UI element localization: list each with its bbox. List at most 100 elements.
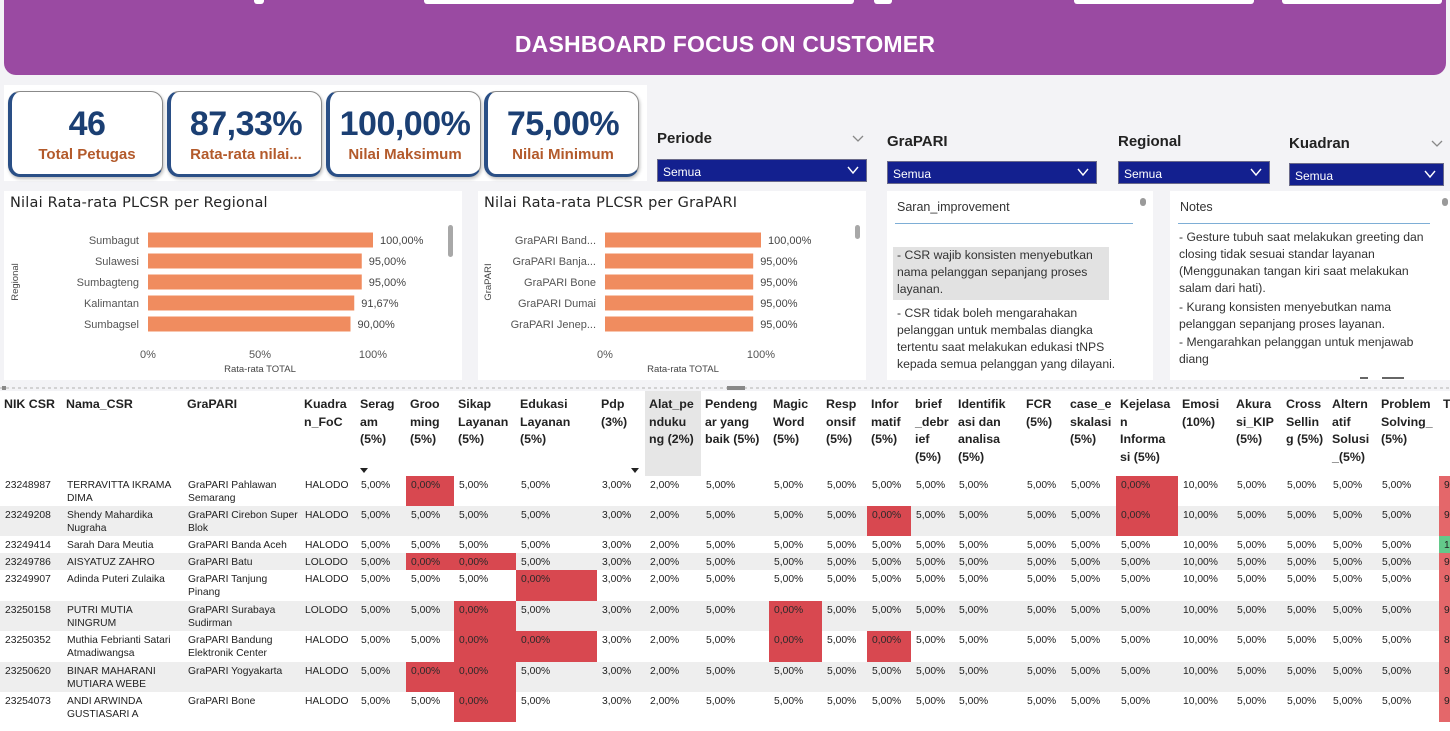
table-cell: 0,00% [769, 631, 822, 662]
slicer-selected-value: Semua [663, 165, 702, 179]
column-header[interactable]: Pendeng ar yang baik (5%) [701, 391, 769, 476]
table-cell: GraPARI Pahlawan Semarang [188, 480, 277, 504]
column-header[interactable]: Identifik asi dan analisa (5%) [954, 391, 1022, 476]
column-header[interactable]: NIK CSR [0, 391, 62, 476]
column-header[interactable]: Kejelasa n Informa si (5%) [1116, 391, 1178, 476]
y-axis-title: Regional [10, 263, 21, 301]
column-header[interactable]: Emosi (10%) [1178, 391, 1232, 476]
table-cell: 2,00% [650, 540, 680, 551]
column-header[interactable]: Kuadra n_FoC [300, 391, 356, 476]
column-header[interactable]: Groo ming (5%) [406, 391, 454, 476]
slicer-dropdown[interactable]: Semua [1118, 161, 1270, 184]
table-cell: 10,00% [1183, 540, 1218, 551]
table-cell: HALODO [305, 574, 349, 585]
slicer-dropdown[interactable]: Semua [657, 159, 867, 182]
table-cell: 95,00% [1439, 692, 1450, 722]
x-axis-title: Rata-rata TOTAL [224, 364, 296, 375]
table-cell: AISYATUZ ZAHRO [62, 553, 183, 570]
bar-chart-grapari[interactable]: GraPARI GraPARI Band... 100,00% GraPARI Ban… [478, 191, 866, 380]
csr-table-panel: NIK CSR Nama_CSR GraPARI Kuadra n_FoC Serag … [0, 391, 1450, 731]
table-cell: 5,00% [1237, 574, 1267, 585]
column-header[interactable]: Problem Solving_ (5%) [1377, 391, 1439, 476]
table-cell: 5,00% [1282, 506, 1328, 536]
column-header[interactable]: case_e skalasi (5%) [1066, 391, 1116, 476]
column-header[interactable]: Sikap Layanan (5%) [454, 391, 516, 476]
table-cell: 5,00% [954, 506, 1022, 536]
saran-scrollbar[interactable] [1140, 198, 1146, 206]
table-cell: 5,00% [521, 540, 551, 551]
column-header[interactable]: Magic Word (5%) [769, 391, 822, 476]
bar-chart-regional[interactable]: Regional Sumbagut 100,00% Sulawesi 95,00% Sum… [4, 191, 462, 380]
table-cell: 5,00% [867, 601, 911, 631]
column-header[interactable]: Cross Sellin g (5%) [1282, 391, 1328, 476]
table-cell: 0,00% [454, 631, 516, 662]
table-row[interactable]: 23254073 ANDI ARWINDA GUSTIASARI A GraPARI… [0, 692, 1450, 722]
column-header[interactable]: brief _debr ief (5%) [911, 391, 954, 476]
sort-indicator-icon[interactable] [360, 468, 368, 473]
table-row[interactable]: 23249414 Sarah Dara Meutia GraPARI Banda A… [0, 536, 1450, 553]
table-cell: GraPARI Yogyakarta [183, 662, 300, 692]
resize-handle[interactable] [1382, 377, 1404, 379]
chart-scrollbar[interactable] [855, 225, 860, 239]
chevron-down-icon[interactable] [1431, 137, 1443, 149]
kpi-card-nilai-maksimum[interactable]: 100,00% Nilai Maksimum [326, 91, 481, 177]
table-row[interactable]: 23249208 Shendy Mahardika Nugraha GraPARI … [0, 506, 1450, 536]
table-cell: 5,00% [361, 635, 391, 646]
resize-handle[interactable] [1360, 377, 1368, 379]
table-cell: 5,00% [706, 574, 736, 585]
column-header[interactable]: Akura si_KIP (5%) [1232, 391, 1282, 476]
column-header[interactable]: FCR (5%) [1022, 391, 1066, 476]
chevron-down-icon [1424, 170, 1436, 179]
column-header[interactable]: Infor matif (5%) [867, 391, 911, 476]
kpi-label: Rata-rata nilai... [190, 146, 302, 163]
table-cell: 5,00% [1071, 480, 1101, 491]
table-cell: 5,00% [1121, 574, 1151, 585]
table-cell: 90,00% [1439, 601, 1450, 631]
table-cell: 5,00% [1232, 553, 1282, 570]
table-cell: 23248987 [5, 480, 51, 491]
column-header[interactable]: Pdp (3%) [597, 391, 645, 476]
bar [148, 253, 362, 269]
slicer-dropdown[interactable]: Semua [1289, 163, 1444, 186]
table-cell: 5,00% [822, 662, 867, 692]
table-cell: LOLODO [300, 553, 356, 570]
dashboard-root: DASHBOARD FOCUS ON CUSTOMER 46 Total Pet… [0, 0, 1450, 731]
column-header[interactable]: GraPARI [183, 391, 300, 476]
table-cell: 5,00% [867, 553, 911, 570]
table-row[interactable]: 23249907 Adinda Puteri Zulaika GraPARI Tan… [0, 570, 1450, 601]
column-header[interactable]: TOTAL [1439, 391, 1450, 476]
table-row[interactable]: 23250352 Muthia Febrianti Satari Atmadiwa… [0, 631, 1450, 662]
table-cell: 10,00% [1178, 601, 1232, 631]
table-cell: 10,00% [1178, 553, 1232, 570]
column-header[interactable]: Resp onsif (5%) [822, 391, 867, 476]
bar [148, 295, 355, 311]
chevron-down-icon[interactable] [852, 132, 864, 144]
slicer-title: Periode [657, 130, 713, 147]
chart-scrollbar[interactable] [448, 225, 453, 257]
column-header[interactable]: Alat_pe nduku ng (2%) [645, 391, 701, 476]
table-cell: 5,00% [1071, 696, 1101, 707]
table-cell: 5,00% [706, 540, 736, 551]
table-cell: 80,00% [1439, 631, 1450, 662]
kpi-card-rata-rata[interactable]: 87,33% Rata-rata nilai... [167, 91, 322, 177]
table-cell: 5,00% [1022, 506, 1066, 536]
sort-indicator-icon[interactable] [631, 468, 639, 473]
column-header[interactable]: Edukasi Layanan (5%) [516, 391, 597, 476]
table-cell: 5,00% [827, 540, 857, 551]
notes-scrollbar[interactable] [1442, 198, 1448, 206]
bar [148, 274, 362, 290]
y-tick-label: Sumbagut [89, 235, 139, 247]
table-row[interactable]: 23250158 PUTRI MUTIA NINGRUM GraPARI Surab… [0, 601, 1450, 631]
table-cell: GraPARI Bone [188, 696, 256, 707]
slicer-dropdown[interactable]: Semua [887, 161, 1097, 184]
column-header[interactable]: Altern atif Solusi _(5%) [1328, 391, 1377, 476]
table-cell: 5,00% [959, 540, 989, 551]
kpi-card-total-petugas[interactable]: 46 Total Petugas [8, 91, 163, 177]
table-row[interactable]: 23249786 AISYATUZ ZAHRO GraPARI Batu LOLODO… [0, 553, 1450, 570]
column-header[interactable]: Nama_CSR [62, 391, 183, 476]
column-header[interactable]: Serag am (5%) [356, 391, 406, 476]
table-row[interactable]: 23248987 TERRAVITTA IKRAMA DIMA GraPARI Pa… [0, 476, 1450, 506]
kpi-card-nilai-minimum[interactable]: 75,00% Nilai Minimum [484, 91, 639, 177]
table-row[interactable]: 23250620 BINAR MAHARANI MUTIARA WEBE GraPA… [0, 662, 1450, 692]
table-header-row: NIK CSR Nama_CSR GraPARI Kuadra n_FoC Serag … [0, 391, 1450, 476]
